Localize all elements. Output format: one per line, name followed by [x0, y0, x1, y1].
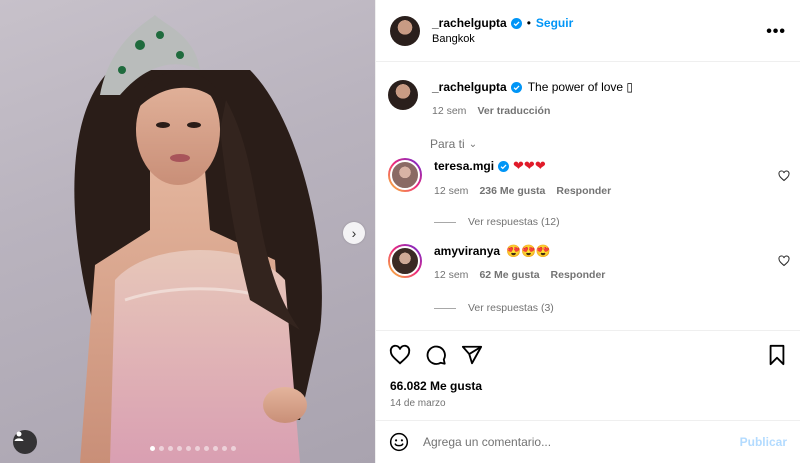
smile-icon[interactable] — [389, 432, 409, 452]
view-replies-label: Ver respuestas (3) — [468, 302, 554, 314]
comment-item: teresa.mgi ❤❤❤ 12 sem 236 Me gusta Respo… — [388, 158, 611, 197]
carousel-dot — [177, 446, 182, 451]
comment-text: 😍😍😍 — [506, 244, 551, 258]
comment-username[interactable]: amyviranya — [434, 244, 500, 258]
post-location[interactable]: Bangkok — [432, 33, 573, 45]
caption-username[interactable]: _rachelgupta — [432, 80, 507, 94]
caption-text: The power of love ▯ — [527, 80, 634, 94]
post-actions: 66.082 Me gusta 14 de marzo — [376, 330, 800, 420]
reply-button[interactable]: Responder — [551, 269, 606, 281]
avatar[interactable] — [390, 15, 420, 46]
follow-button[interactable]: Seguir — [536, 16, 573, 30]
carousel-dot — [195, 446, 200, 451]
replies-divider — [434, 221, 456, 223]
comment-username[interactable]: teresa.mgi — [434, 159, 494, 173]
bookmark-icon[interactable] — [766, 344, 788, 366]
heart-icon[interactable] — [778, 255, 790, 267]
header-info: _rachelgupta • Seguir Bangkok — [432, 16, 573, 45]
verified-icon — [510, 81, 522, 93]
post-details-panel: _rachelgupta • Seguir Bangkok ••• _rache… — [375, 0, 800, 463]
post-date: 14 de marzo — [390, 398, 446, 409]
comment-text: ❤❤❤ — [513, 158, 546, 173]
carousel-dot — [159, 446, 164, 451]
comment-time: 12 sem — [434, 185, 469, 197]
more-icon[interactable]: ••• — [766, 23, 786, 41]
avatar[interactable] — [388, 158, 422, 192]
heart-icon[interactable] — [389, 344, 411, 366]
author-username[interactable]: _rachelgupta — [432, 16, 507, 30]
add-comment-bar: Publicar — [376, 420, 800, 463]
user-tag-icon — [14, 431, 24, 441]
reply-button[interactable]: Responder — [556, 185, 611, 197]
caption: _rachelgupta The power of love ▯ 12 sem … — [388, 80, 633, 117]
carousel-dot — [231, 446, 236, 451]
carousel-dot — [186, 446, 191, 451]
publish-button[interactable]: Publicar — [740, 435, 787, 449]
tagged-users-button[interactable] — [13, 430, 37, 454]
share-icon[interactable] — [461, 344, 483, 366]
comments-section: _rachelgupta The power of love ▯ 12 sem … — [376, 62, 800, 330]
chevron-down-icon: ⌄ — [468, 138, 478, 150]
comment-likes[interactable]: 236 Me gusta — [479, 185, 545, 197]
carousel-dot — [213, 446, 218, 451]
heart-icon[interactable] — [778, 170, 790, 182]
likes-count[interactable]: 66.082 Me gusta — [390, 379, 482, 393]
comment-time: 12 sem — [434, 269, 469, 281]
comment-input[interactable] — [423, 435, 723, 449]
carousel-dot — [168, 446, 173, 451]
post-header: _rachelgupta • Seguir Bangkok ••• — [376, 0, 800, 62]
carousel-dot — [204, 446, 209, 451]
view-replies-button[interactable]: Ver respuestas (12) — [434, 216, 560, 228]
replies-divider — [434, 307, 456, 309]
carousel-dots — [150, 446, 236, 451]
comment-item: amyviranya 😍😍😍 12 sem 62 Me gusta Respon… — [388, 244, 605, 281]
sort-comments-dropdown[interactable]: Para ti ⌄ — [430, 137, 477, 151]
next-slide-button[interactable]: › — [343, 222, 365, 244]
caption-time: 12 sem — [432, 105, 467, 117]
view-replies-button[interactable]: Ver respuestas (3) — [434, 302, 554, 314]
post-media[interactable]: › — [0, 0, 375, 463]
verified-icon — [498, 160, 510, 172]
carousel-dot — [150, 446, 155, 451]
post-photo — [74, 15, 322, 463]
separator: • — [526, 16, 531, 30]
carousel-dot — [222, 446, 227, 451]
comment-icon[interactable] — [425, 344, 447, 366]
comment-likes[interactable]: 62 Me gusta — [479, 269, 539, 281]
sort-label: Para ti — [430, 137, 465, 151]
avatar[interactable] — [388, 80, 418, 110]
chevron-right-icon: › — [351, 225, 357, 241]
translate-link[interactable]: Ver traducción — [477, 105, 550, 117]
avatar[interactable] — [388, 244, 422, 278]
verified-icon — [510, 17, 522, 29]
view-replies-label: Ver respuestas (12) — [468, 216, 560, 228]
